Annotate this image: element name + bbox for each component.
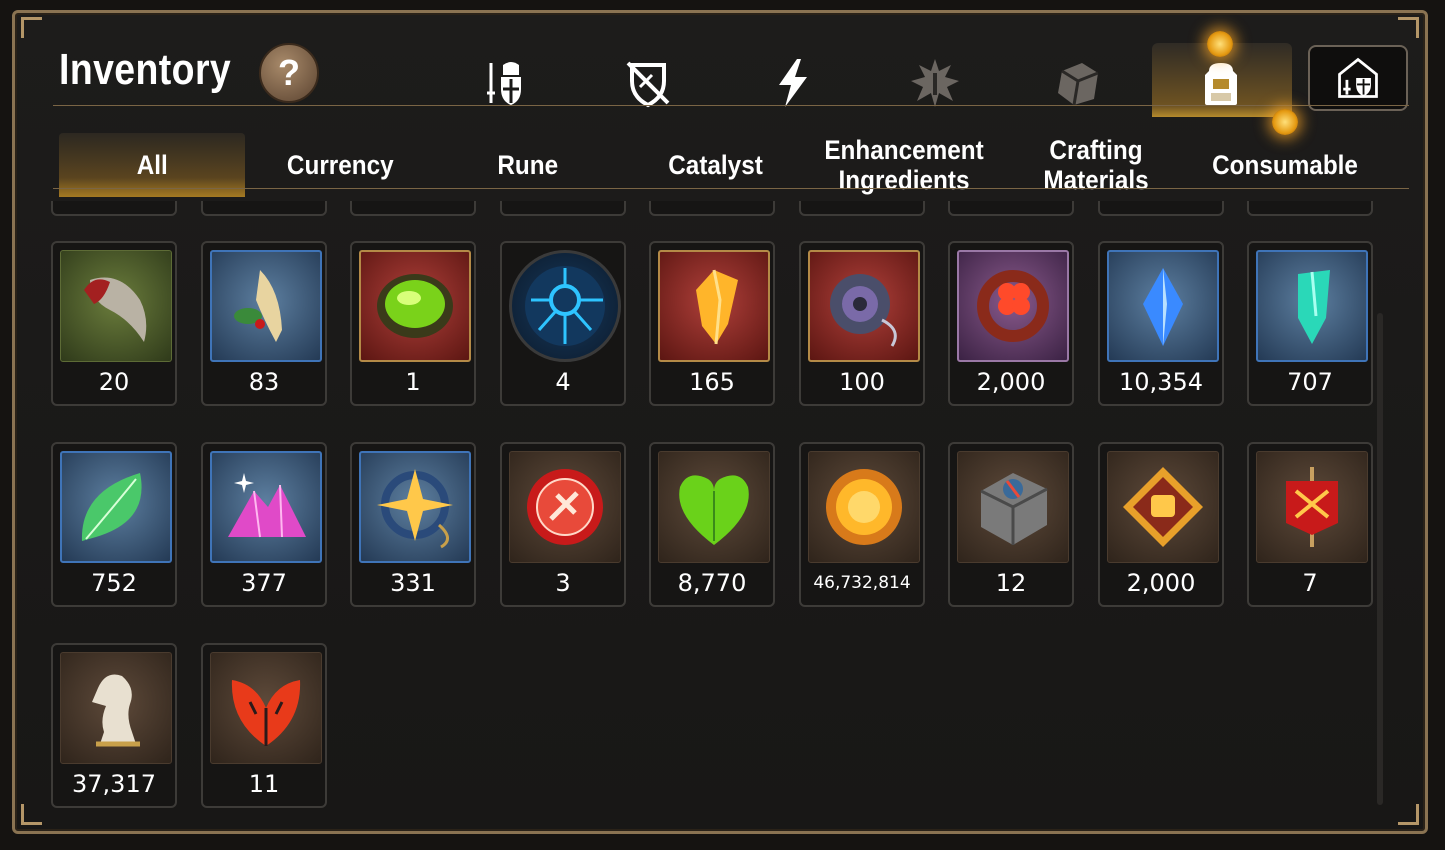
item-slot[interactable]: [649, 201, 775, 216]
gold-coin-icon: [808, 451, 920, 563]
item-slot[interactable]: 331: [350, 442, 476, 607]
item-slot[interactable]: 4: [500, 241, 626, 406]
item-slot[interactable]: 37,317: [51, 643, 177, 808]
red-seal-icon: [509, 451, 621, 563]
item-slot[interactable]: 11: [201, 643, 327, 808]
item-slot[interactable]: 20: [51, 241, 177, 406]
blue-crystal-icon: [1107, 250, 1219, 362]
armory-button[interactable]: [1308, 45, 1408, 111]
leaf-icon: [60, 451, 172, 563]
shield-crossed-icon[interactable]: [618, 53, 678, 113]
item-grid: 20 83 1 4 165 100 2,000 10,354 707 752 3…: [15, 201, 1425, 831]
item-slot[interactable]: [500, 201, 626, 216]
item-slot[interactable]: 377: [201, 442, 327, 607]
item-slot[interactable]: 46,732,814: [799, 442, 925, 607]
amulet-icon: [808, 250, 920, 362]
inventory-window: Inventory ? All Currency Rune Catalyst E…: [12, 10, 1428, 834]
item-slot[interactable]: 8,770: [649, 442, 775, 607]
green-heart-icon: [658, 451, 770, 563]
star-compass-icon: [359, 451, 471, 563]
frame-corner: [21, 17, 42, 38]
item-slot[interactable]: [51, 201, 177, 216]
item-slot[interactable]: [201, 201, 327, 216]
item-slot[interactable]: 165: [649, 241, 775, 406]
item-slot[interactable]: 10,354: [1098, 241, 1224, 406]
green-gem-icon: [359, 250, 471, 362]
page-title: Inventory: [59, 45, 232, 94]
frame-corner: [1398, 17, 1419, 38]
divider: [53, 188, 1409, 189]
cube-icon[interactable]: [1048, 53, 1108, 113]
divider: [53, 105, 1409, 106]
castle-icon: [1338, 57, 1378, 98]
item-slot[interactable]: 1: [350, 241, 476, 406]
red-leaf-icon: [210, 652, 322, 764]
stone-block-icon: [957, 451, 1069, 563]
item-slot[interactable]: 707: [1247, 241, 1373, 406]
pink-gem-pile-icon: [210, 451, 322, 563]
blue-rune-orb-icon: [509, 250, 621, 362]
root-herb-icon: [210, 250, 322, 362]
fire-crystal-icon: [658, 250, 770, 362]
backpack-icon[interactable]: [1191, 53, 1251, 113]
item-slot[interactable]: 2,000: [1098, 442, 1224, 607]
item-slot[interactable]: 7: [1247, 442, 1373, 607]
item-slot[interactable]: [350, 201, 476, 216]
gear-icon[interactable]: [475, 53, 535, 113]
chess-knight-icon: [60, 652, 172, 764]
item-slot[interactable]: 83: [201, 241, 327, 406]
item-slot[interactable]: [1098, 201, 1224, 216]
lightning-icon[interactable]: [763, 53, 823, 113]
notification-dot: [1207, 31, 1233, 57]
skill-icon[interactable]: [905, 53, 965, 113]
claw-icon: [60, 250, 172, 362]
item-slot[interactable]: [948, 201, 1074, 216]
item-slot[interactable]: 3: [500, 442, 626, 607]
scrollbar[interactable]: [1377, 313, 1383, 805]
notification-dot: [1272, 109, 1298, 135]
item-slot[interactable]: 752: [51, 442, 177, 607]
help-button[interactable]: ?: [259, 43, 319, 103]
item-slot[interactable]: [799, 201, 925, 216]
flower-ring-icon: [957, 250, 1069, 362]
teal-crystal-icon: [1256, 250, 1368, 362]
item-slot[interactable]: 100: [799, 241, 925, 406]
item-slot[interactable]: 12: [948, 442, 1074, 607]
item-slot[interactable]: [1247, 201, 1373, 216]
fist-emblem-icon: [1107, 451, 1219, 563]
war-banner-icon: [1256, 451, 1368, 563]
item-slot[interactable]: 2,000: [948, 241, 1074, 406]
